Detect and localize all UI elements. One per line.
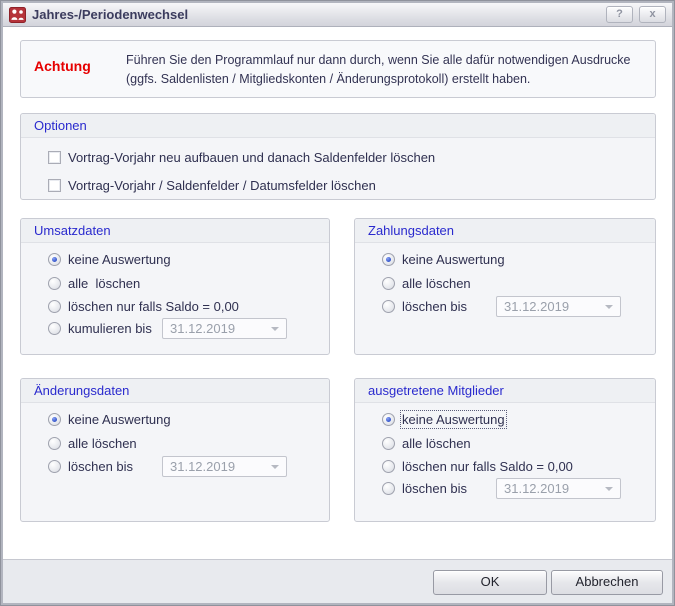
help-button[interactable]: ? bbox=[606, 6, 633, 23]
combobox-value: 31.12.2019 bbox=[504, 299, 569, 314]
combobox-value: 31.12.2019 bbox=[170, 459, 235, 474]
checkbox-vortrag-loeschen[interactable] bbox=[48, 179, 61, 192]
chevron-down-icon bbox=[271, 465, 279, 469]
radio-row[interactable]: keine Auswertung bbox=[382, 252, 505, 267]
combobox-value: 31.12.2019 bbox=[504, 481, 569, 496]
radio-label[interactable]: löschen nur falls Saldo = 0,00 bbox=[402, 459, 573, 474]
radio-aender-keine-auswertung[interactable] bbox=[48, 413, 61, 426]
checkbox-label[interactable]: Vortrag-Vorjahr neu aufbauen und danach … bbox=[68, 150, 435, 165]
radio-zahlung-keine-auswertung[interactable] bbox=[382, 253, 395, 266]
radio-mitglieder-keine-auswertung[interactable] bbox=[382, 413, 395, 426]
warning-label: Achtung bbox=[34, 58, 126, 74]
radio-mitglieder-loeschen-bis[interactable] bbox=[382, 482, 395, 495]
radio-label[interactable]: keine Auswertung bbox=[402, 252, 505, 267]
radio-row[interactable]: löschen bis bbox=[382, 299, 467, 314]
radio-umsatz-loeschen-falls-saldo[interactable] bbox=[48, 300, 61, 313]
checkbox-row[interactable]: Vortrag-Vorjahr neu aufbauen und danach … bbox=[48, 150, 435, 165]
close-icon[interactable]: x bbox=[639, 6, 666, 23]
radio-zahlung-loeschen-bis[interactable] bbox=[382, 300, 395, 313]
radio-row[interactable]: löschen nur falls Saldo = 0,00 bbox=[48, 299, 239, 314]
checkbox-row[interactable]: Vortrag-Vorjahr / Saldenfelder / Datumsf… bbox=[48, 178, 376, 193]
radio-label[interactable]: löschen nur falls Saldo = 0,00 bbox=[68, 299, 239, 314]
radio-label[interactable]: alle löschen bbox=[68, 436, 137, 451]
radio-label[interactable]: kumulieren bis bbox=[68, 321, 152, 336]
chevron-down-icon bbox=[605, 487, 613, 491]
radio-umsatz-kumulieren-bis[interactable] bbox=[48, 322, 61, 335]
group-umsatzdaten-title: Umsatzdaten bbox=[21, 219, 329, 243]
cancel-button[interactable]: Abbrechen bbox=[551, 570, 663, 595]
group-umsatzdaten: Umsatzdaten keine Auswertung alle lösche… bbox=[20, 218, 330, 355]
title-bar: Jahres-/Periodenwechsel ? x bbox=[3, 3, 672, 27]
checkbox-vortrag-neu-aufbauen[interactable] bbox=[48, 151, 61, 164]
radio-aender-alle-loeschen[interactable] bbox=[48, 437, 61, 450]
radio-row[interactable]: alle löschen bbox=[48, 276, 140, 291]
radio-mitglieder-loeschen-falls-saldo[interactable] bbox=[382, 460, 395, 473]
group-zahlungsdaten-title: Zahlungsdaten bbox=[355, 219, 655, 243]
date-combobox-aender[interactable]: 31.12.2019 bbox=[162, 456, 287, 477]
warning-text: Führen Sie den Programmlauf nur dann dur… bbox=[126, 51, 641, 89]
ok-button[interactable]: OK bbox=[433, 570, 547, 595]
radio-row[interactable]: alle löschen bbox=[48, 436, 137, 451]
radio-row[interactable]: alle löschen bbox=[382, 436, 471, 451]
group-optionen: Optionen Vortrag-Vorjahr neu aufbauen un… bbox=[20, 113, 656, 200]
group-aenderungsdaten: Änderungsdaten keine Auswertung alle lös… bbox=[20, 378, 330, 522]
date-combobox-zahlung[interactable]: 31.12.2019 bbox=[496, 296, 621, 317]
radio-row[interactable]: keine Auswertung bbox=[48, 412, 171, 427]
chevron-down-icon bbox=[605, 305, 613, 309]
date-combobox-umsatz[interactable]: 31.12.2019 bbox=[162, 318, 287, 339]
radio-label[interactable]: keine Auswertung bbox=[68, 412, 171, 427]
group-optionen-title: Optionen bbox=[21, 114, 655, 138]
radio-label[interactable]: löschen bis bbox=[402, 299, 467, 314]
radio-umsatz-keine-auswertung[interactable] bbox=[48, 253, 61, 266]
date-combobox-mitglieder[interactable]: 31.12.2019 bbox=[496, 478, 621, 499]
radio-row[interactable]: keine Auswertung bbox=[48, 252, 171, 267]
dialog-window: Jahres-/Periodenwechsel ? x Achtung Führ… bbox=[0, 0, 675, 606]
combobox-value: 31.12.2019 bbox=[170, 321, 235, 336]
button-bar: OK Abbrechen bbox=[3, 559, 672, 604]
radio-label-focused[interactable]: keine Auswertung bbox=[402, 412, 505, 427]
group-aenderungsdaten-title: Änderungsdaten bbox=[21, 379, 329, 403]
radio-row[interactable]: löschen bis bbox=[382, 481, 467, 496]
warning-panel: Achtung Führen Sie den Programmlauf nur … bbox=[20, 40, 656, 98]
radio-label[interactable]: löschen bis bbox=[68, 459, 133, 474]
radio-label[interactable]: alle löschen bbox=[402, 276, 471, 291]
radio-row[interactable]: alle löschen bbox=[382, 276, 471, 291]
radio-row[interactable]: keine Auswertung bbox=[382, 412, 505, 427]
radio-zahlung-alle-loeschen[interactable] bbox=[382, 277, 395, 290]
radio-umsatz-alle-loeschen[interactable] bbox=[48, 277, 61, 290]
radio-label[interactable]: alle löschen bbox=[68, 276, 140, 291]
group-ausgetretene-mitglieder-title: ausgetretene Mitglieder bbox=[355, 379, 655, 403]
radio-label[interactable]: alle löschen bbox=[402, 436, 471, 451]
group-ausgetretene-mitglieder: ausgetretene Mitglieder keine Auswertung… bbox=[354, 378, 656, 522]
radio-row[interactable]: löschen nur falls Saldo = 0,00 bbox=[382, 459, 573, 474]
radio-row[interactable]: löschen bis bbox=[48, 459, 133, 474]
app-people-icon bbox=[9, 7, 26, 23]
radio-aender-loeschen-bis[interactable] bbox=[48, 460, 61, 473]
radio-mitglieder-alle-loeschen[interactable] bbox=[382, 437, 395, 450]
group-zahlungsdaten: Zahlungsdaten keine Auswertung alle lösc… bbox=[354, 218, 656, 355]
chevron-down-icon bbox=[271, 327, 279, 331]
radio-row[interactable]: kumulieren bis bbox=[48, 321, 152, 336]
radio-label[interactable]: keine Auswertung bbox=[68, 252, 171, 267]
radio-label[interactable]: löschen bis bbox=[402, 481, 467, 496]
checkbox-label[interactable]: Vortrag-Vorjahr / Saldenfelder / Datumsf… bbox=[68, 178, 376, 193]
window-title: Jahres-/Periodenwechsel bbox=[32, 7, 188, 22]
